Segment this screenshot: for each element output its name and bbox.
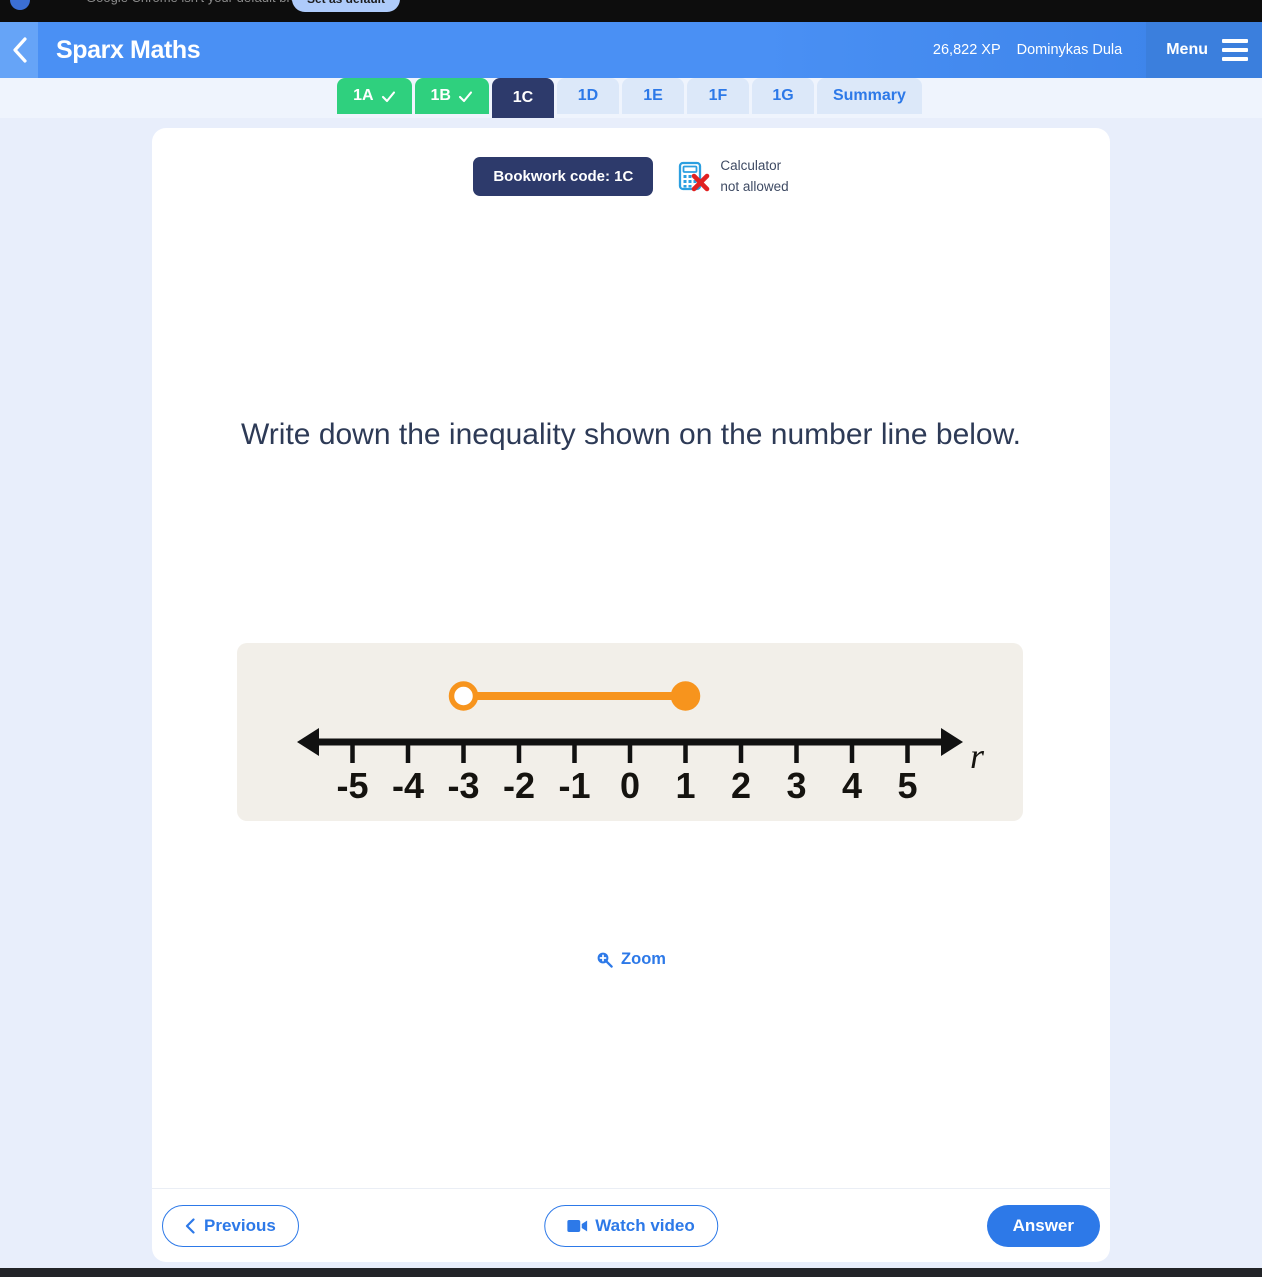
axis-tick-label: 1: [675, 765, 695, 806]
watch-video-label: Watch video: [595, 1215, 695, 1235]
chevron-left-icon: [185, 1217, 195, 1234]
menu-label: Menu: [1166, 41, 1208, 58]
axis-tick-label: -4: [392, 765, 424, 806]
axis-variable-label: r: [970, 736, 985, 776]
axis-tick-label: 3: [786, 765, 806, 806]
calculator-note-line1: Calculator: [720, 158, 782, 173]
back-chevron-icon: [12, 37, 27, 63]
check-icon: [381, 90, 395, 102]
xp-counter: 26,822 XP: [932, 42, 1001, 58]
previous-label: Previous: [204, 1215, 276, 1235]
user-name[interactable]: Dominykas Dula: [1017, 42, 1123, 58]
calculator-not-allowed-icon: [679, 161, 710, 192]
axis-tick-label: 5: [897, 765, 917, 806]
back-button[interactable]: [0, 22, 38, 78]
tab-1g[interactable]: 1G: [751, 78, 814, 114]
tab-label: 1A: [353, 87, 374, 104]
check-icon: [458, 90, 473, 102]
chrome-logo-icon: [10, 0, 30, 10]
bottom-strip: [0, 1268, 1262, 1277]
number-line-svg: -5 -4 -3 -2 -1 0 1 2 3 4 5 r: [297, 681, 985, 806]
tab-label: 1F: [708, 87, 728, 104]
axis-tick-label: 2: [731, 765, 751, 806]
tab-label: 1C: [512, 89, 534, 106]
video-camera-icon: [567, 1219, 588, 1232]
tab-1e[interactable]: 1E: [621, 78, 684, 114]
axis-arrow-left: [297, 728, 319, 756]
calculator-note-line2: not allowed: [720, 178, 789, 194]
magnifier-plus-icon: [597, 952, 613, 968]
axis-tick-label: -2: [503, 765, 535, 806]
tab-1a[interactable]: 1A: [337, 78, 412, 114]
axis-tick-label: -1: [558, 765, 590, 806]
tab-1d[interactable]: 1D: [556, 78, 619, 114]
segment-endpoint-closed: [670, 681, 701, 711]
menu-button[interactable]: Menu: [1146, 22, 1262, 78]
chrome-default-browser-banner: Google Chrome isn't your default browser…: [0, 0, 1262, 22]
tab-1c[interactable]: 1C: [491, 78, 554, 118]
calculator-note-text: Calculator not allowed: [720, 156, 788, 198]
tab-label: Summary: [832, 87, 906, 104]
bookwork-row: Bookwork code: 1C Calculator not allowed: [152, 156, 1110, 198]
tab-1b[interactable]: 1B: [414, 78, 489, 114]
axis-tick-label: -3: [447, 765, 479, 806]
axis-arrow-right: [941, 728, 963, 756]
hamburger-icon: [1222, 39, 1248, 61]
tab-1f[interactable]: 1F: [686, 78, 749, 114]
calculator-not-allowed-note: Calculator not allowed: [677, 156, 789, 198]
card-footer: Previous Watch video Answer: [152, 1188, 1110, 1262]
question-card: Bookwork code: 1C Calculator not allowed…: [152, 128, 1110, 1262]
zoom-button[interactable]: Zoom: [152, 950, 1110, 969]
axis-tick-label: 4: [842, 765, 862, 806]
set-as-default-button[interactable]: Set as default: [292, 0, 400, 12]
chrome-banner-text: Google Chrome isn't your default browser: [86, 0, 325, 5]
tab-label: 1D: [577, 87, 599, 104]
number-line-figure[interactable]: -5 -4 -3 -2 -1 0 1 2 3 4 5 r: [237, 643, 1023, 821]
previous-button[interactable]: Previous: [162, 1204, 299, 1247]
answer-button[interactable]: Answer: [986, 1204, 1100, 1247]
tab-summary[interactable]: Summary: [816, 78, 922, 114]
brand-title: Sparx Maths: [56, 35, 201, 64]
axis-tick-label: -5: [336, 765, 368, 806]
question-text: Write down the inequality shown on the n…: [241, 418, 1021, 451]
task-tabs: 1A 1B 1C 1D 1E 1F 1G Summary: [0, 78, 1262, 118]
tab-label: 1G: [772, 87, 794, 104]
segment-endpoint-open: [448, 681, 479, 711]
bookwork-code-chip[interactable]: Bookwork code: 1C: [473, 157, 654, 197]
axis-tick-label: 0: [620, 765, 640, 806]
zoom-label: Zoom: [621, 950, 666, 968]
tab-label: 1B: [430, 87, 451, 104]
tab-label: 1E: [643, 87, 663, 104]
watch-video-button[interactable]: Watch video: [544, 1204, 718, 1247]
app-header: Sparx Maths 26,822 XP Dominykas Dula Men…: [0, 22, 1262, 78]
